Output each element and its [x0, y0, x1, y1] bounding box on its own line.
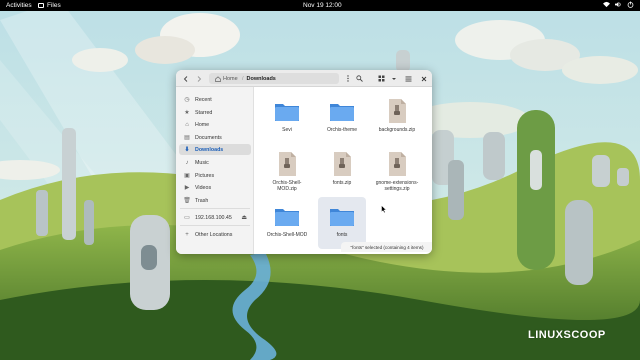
main-menu-button[interactable] [403, 73, 414, 84]
document-icon: ▤ [184, 135, 190, 141]
grid-view-icon [378, 75, 385, 82]
file-name: gnome-extensions-settings.zip [375, 180, 419, 192]
sidebar-item-recent[interactable]: ◷ Recent [179, 94, 251, 105]
zip-archive-icon [389, 152, 406, 176]
home-icon: ⌂ [185, 121, 189, 128]
path-bar: Home / Downloads [209, 73, 339, 84]
sidebar-divider [180, 225, 250, 226]
sidebar-item-trash[interactable]: 🗑︎ Trash [179, 195, 251, 206]
close-button[interactable] [418, 73, 429, 84]
file-item[interactable]: Orchis-theme [318, 92, 366, 144]
network-icon [603, 1, 610, 8]
view-toggle-button[interactable] [376, 73, 387, 84]
files-window: Home / Downloads ◷ Recent ★ Starred ⌂ Ho… [176, 70, 432, 254]
file-name: Orchis-Shell-MOD [266, 232, 308, 238]
breadcrumb-home[interactable]: Home [209, 76, 239, 82]
volume-icon [615, 1, 621, 8]
forward-button[interactable] [193, 73, 204, 84]
file-item[interactable]: Sevi [263, 92, 311, 144]
sidebar-item-label: Music [195, 159, 209, 166]
sidebar-item-label: 192.168.100.45 [195, 214, 232, 221]
breadcrumb-separator: / [242, 75, 244, 82]
eject-icon[interactable]: ⏏ [241, 214, 247, 221]
sidebar-item-label: Other Locations [195, 231, 233, 238]
sidebar-item-label: Recent [195, 96, 212, 103]
breadcrumb-home-label: Home [223, 75, 238, 82]
sidebar-item-music[interactable]: ♪ Music [179, 157, 251, 168]
star-icon: ★ [184, 110, 190, 116]
file-item[interactable]: Orchis-Shell-MOD [263, 197, 311, 249]
trash-icon: 🗑︎ [183, 198, 191, 204]
chevron-left-icon [183, 75, 187, 82]
chevron-right-icon [197, 75, 201, 82]
back-button[interactable] [180, 73, 191, 84]
network-drive-icon: ▭ [184, 215, 190, 221]
sidebar-item-label: Pictures [195, 172, 215, 179]
hamburger-menu-icon [405, 76, 412, 81]
file-item[interactable]: backgrounds.zip [373, 92, 421, 144]
sidebar-item-starred[interactable]: ★ Starred [179, 107, 251, 118]
clock-icon: ◷ [184, 97, 190, 103]
sidebar-item-other-locations[interactable]: + Other Locations [179, 229, 251, 240]
close-icon [421, 76, 426, 81]
video-icon: ▶ [184, 185, 190, 191]
path-menu-button[interactable] [342, 73, 353, 84]
clock-button[interactable]: Nov 19 12:00 [303, 2, 342, 9]
picture-icon: ▣ [184, 173, 190, 179]
app-menu-button[interactable]: Files [38, 2, 61, 9]
app-name: Files [47, 2, 61, 9]
header-bar: Home / Downloads [176, 70, 432, 87]
file-grid: Sevi Orchis-theme backgrounds.zip Orchis… [254, 87, 432, 249]
folder-icon [275, 209, 299, 226]
sidebar-item-label: Trash [195, 197, 209, 204]
sidebar-item-pictures[interactable]: ▣ Pictures [179, 170, 251, 181]
activities-button[interactable]: Activities [6, 2, 32, 9]
zip-archive-icon [334, 152, 351, 176]
plus-icon: + [185, 231, 189, 238]
sidebar: ◷ Recent ★ Starred ⌂ Home ▤ Documents ⬇ … [176, 87, 254, 254]
folder-icon [330, 104, 354, 121]
folder-icon [275, 104, 299, 121]
home-icon [215, 75, 221, 82]
file-name: fonts.zip [332, 180, 352, 186]
watermark-logo: LINUXSCOOP [528, 329, 606, 341]
sidebar-item-downloads[interactable]: ⬇ Downloads [179, 144, 251, 155]
files-app-icon [38, 3, 44, 8]
file-name: Orchis-Shell-MOD.zip [272, 180, 302, 192]
file-name: Sevi [282, 127, 292, 133]
top-bar: Activities Files Nov 19 12:00 [0, 0, 640, 11]
file-name: backgrounds.zip [378, 127, 416, 133]
kebab-menu-icon [346, 75, 349, 82]
power-icon [627, 1, 634, 8]
zip-archive-icon [279, 152, 296, 176]
search-button[interactable] [354, 73, 365, 84]
sidebar-item-label: Videos [195, 184, 212, 191]
system-menu-button[interactable] [603, 1, 634, 8]
file-name: Orchis-theme [326, 127, 357, 133]
file-item[interactable]: gnome-extensions-settings.zip [373, 145, 421, 197]
folder-icon [330, 209, 354, 226]
sidebar-item-label: Downloads [195, 146, 224, 153]
chevron-down-icon [391, 77, 396, 80]
sidebar-item-network-share[interactable]: ▭ 192.168.100.45 ⏏ [179, 212, 251, 223]
selection-status: "fonts" selected (containing 4 items) [341, 242, 432, 252]
sidebar-item-documents[interactable]: ▤ Documents [179, 132, 251, 143]
sidebar-item-label: Starred [195, 109, 213, 116]
sidebar-item-label: Documents [195, 134, 222, 141]
mouse-cursor-icon [381, 205, 387, 213]
view-options-button[interactable] [388, 73, 399, 84]
zip-archive-icon [389, 99, 406, 123]
sidebar-item-home[interactable]: ⌂ Home [179, 119, 251, 130]
file-name: fonts [336, 232, 348, 238]
file-item[interactable]: Orchis-Shell-MOD.zip [263, 145, 311, 197]
music-icon: ♪ [185, 159, 189, 166]
sidebar-item-videos[interactable]: ▶ Videos [179, 182, 251, 193]
sidebar-item-label: Home [195, 121, 210, 128]
breadcrumb-current[interactable]: Downloads [247, 76, 276, 82]
download-icon: ⬇ [184, 147, 190, 153]
search-icon [356, 75, 363, 82]
file-item[interactable]: fonts.zip [318, 145, 366, 197]
sidebar-divider [180, 208, 250, 209]
